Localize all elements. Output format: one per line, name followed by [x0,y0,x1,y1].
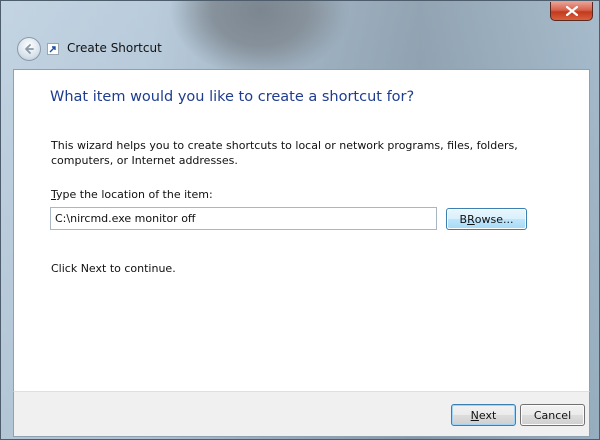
browse-label-text: owse... [474,212,514,226]
next-button[interactable]: Next [451,404,516,426]
location-input[interactable] [50,207,437,230]
window-title: Create Shortcut [67,41,162,55]
close-button[interactable] [550,2,593,21]
browse-label-accelerator: R [467,212,475,226]
location-label: Type the location of the item: [51,188,213,201]
title-bar: Create Shortcut [1,21,600,71]
location-label-text: ype the location of the item: [56,188,213,201]
next-label-accelerator: N [470,408,479,422]
back-arrow-icon [25,44,34,54]
page-heading: What item would you like to create a sho… [50,89,415,105]
back-button[interactable] [17,37,41,61]
wizard-description: This wizard helps you to create shortcut… [51,139,518,167]
browse-label-prefix: B [459,212,468,226]
close-icon [565,6,578,16]
wizard-content: What item would you like to create a sho… [13,69,590,391]
next-label-text: ext [478,408,497,422]
wizard-footer: Next Cancel [13,391,590,437]
create-shortcut-window: Create Shortcut What item would you like… [0,0,600,440]
cancel-button[interactable]: Cancel [520,404,585,426]
continue-instruction: Click Next to continue. [51,262,176,275]
shortcut-icon [47,43,59,55]
browse-button[interactable]: B Rowse... [446,208,527,230]
